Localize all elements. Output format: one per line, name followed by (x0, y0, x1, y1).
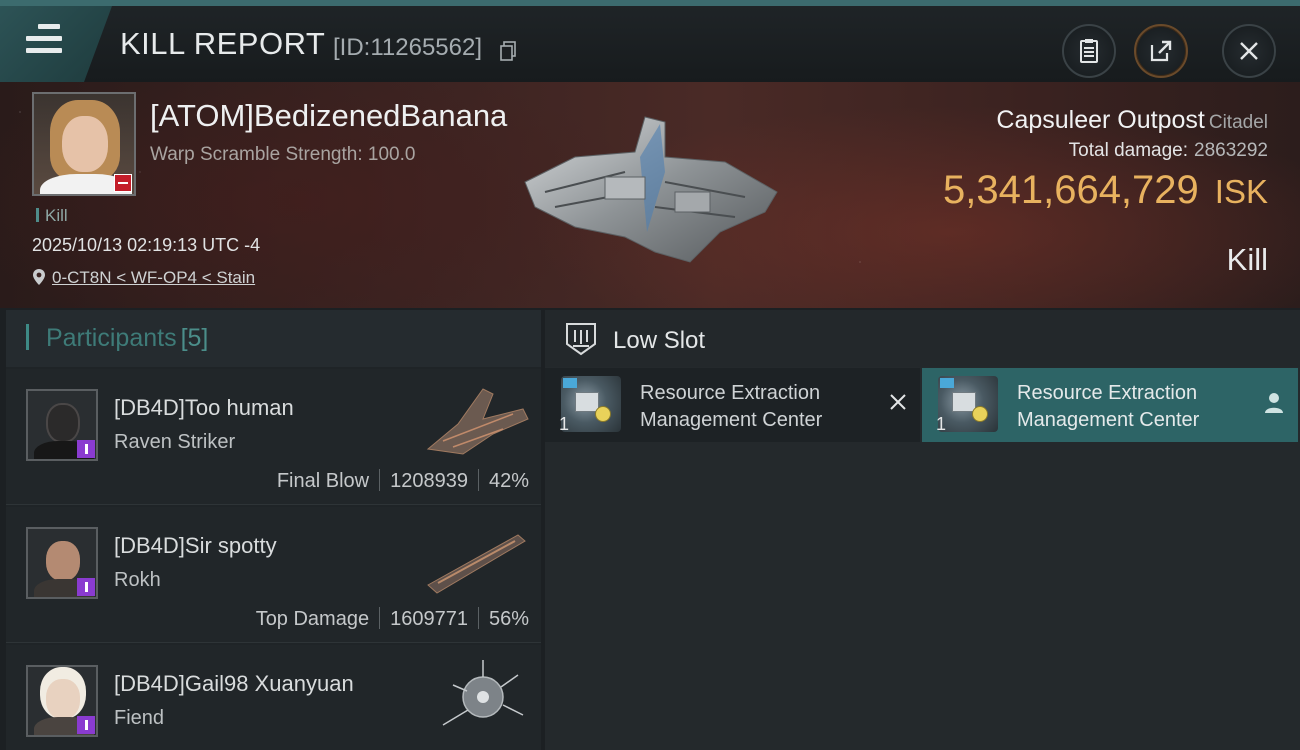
participant-ship: Rokh (114, 569, 161, 591)
module-quantity: 1 (559, 414, 570, 434)
low-slot-header: Low Slot (545, 310, 1300, 367)
participant-name: [DB4D]Too human (114, 395, 294, 420)
participant-row[interactable]: [DB4D]Too human Raven Striker Final Blow… (6, 369, 541, 505)
isk-value: 5,341,664,729 ISK (942, 168, 1268, 212)
avatar (26, 389, 98, 461)
share-button[interactable] (1134, 24, 1188, 78)
module-list: 1 Resource Extraction Management Center … (545, 368, 1300, 442)
top-bar: KILL REPORT [ID:11265562] (0, 0, 1300, 82)
participant-name: [DB4D]Sir spotty (114, 533, 277, 558)
victim-name[interactable]: [ATOM]BedizenedBanana (150, 98, 507, 134)
total-damage: Total damage: 2863292 (1068, 140, 1268, 161)
location-pin-icon (33, 269, 45, 285)
clipboard-icon (1080, 39, 1098, 63)
participants-panel: Participants [5] [DB4D]Too human Raven St… (6, 310, 541, 750)
module-item[interactable]: 1 Resource Extraction Management Center (545, 368, 920, 442)
avatar (26, 665, 98, 737)
total-damage-value: 2863292 (1194, 140, 1268, 161)
close-button[interactable] (1222, 24, 1276, 78)
participant-ship-image (426, 388, 529, 455)
module-item[interactable]: 1 Resource Extraction Management Center (922, 368, 1298, 442)
participant-stats: Final Blow 1208939 42% (277, 469, 529, 493)
destroyed-x-icon (890, 394, 906, 410)
menu-button[interactable] (0, 6, 112, 82)
target-type: Citadel (1208, 112, 1268, 133)
close-icon (1240, 42, 1258, 60)
low-slot-icon (566, 323, 596, 356)
module-quantity: 1 (936, 414, 947, 434)
kill-tag: Kill (36, 206, 68, 226)
kill-location[interactable]: 0-CT8N < WF-OP4 < Stain (32, 268, 255, 288)
page-title: KILL REPORT (120, 26, 326, 61)
kill-datetime: 2025/10/13 02:19:13 UTC -4 (32, 235, 261, 255)
module-icon (938, 376, 998, 432)
module-name: Resource Extraction Management Center (640, 382, 823, 431)
dropped-person-icon (1265, 393, 1283, 413)
avatar (26, 527, 98, 599)
participant-damage: 1208939 (390, 470, 468, 492)
participant-stats: Top Damage 1609771 56% (256, 607, 529, 631)
participant-role: Final Blow (276, 470, 370, 492)
participant-name: [DB4D]Gail98 Xuanyuan (114, 671, 354, 696)
report-button[interactable] (1062, 24, 1116, 78)
victim-banner: [ATOM]BedizenedBanana Warp Scramble Stre… (0, 82, 1300, 308)
participant-row[interactable]: [DB4D]Sir spotty Rokh Top Damage 1609771 5… (6, 507, 541, 643)
participant-ship: Fiend (114, 707, 165, 729)
low-slot-title: Low Slot (613, 327, 706, 354)
participant-percent: 56% (488, 608, 529, 630)
pilot-info-icon[interactable] (77, 440, 95, 458)
module-icon (561, 376, 621, 432)
isk-currency: ISK (1214, 173, 1268, 210)
participants-count: [5] (180, 324, 209, 352)
menu-icon (26, 24, 64, 58)
fitting-panel: Low Slot 1 Resource Extraction Managemen… (545, 310, 1300, 750)
target-name: Capsuleer Outpost Citadel (996, 106, 1268, 134)
participant-percent: 42% (488, 470, 529, 492)
module-name: Resource Extraction Management Center (1017, 382, 1200, 431)
participant-ship: Raven Striker (114, 431, 236, 453)
hostile-badge-icon (114, 174, 132, 192)
participant-row[interactable]: [DB4D]Gail98 Xuanyuan Fiend (6, 645, 541, 750)
participant-damage: 1609771 (390, 608, 468, 630)
pilot-info-icon[interactable] (77, 716, 95, 734)
result-label: Kill (1226, 242, 1268, 277)
pilot-info-icon[interactable] (77, 578, 95, 596)
participant-ship-image (442, 660, 524, 726)
participant-role: Top Damage (255, 608, 370, 630)
share-icon (1150, 40, 1172, 62)
victim-portrait[interactable] (32, 92, 136, 196)
participant-ship-image (427, 534, 526, 594)
copy-icon[interactable] (500, 41, 516, 61)
victim-subtitle: Warp Scramble Strength: 100.0 (150, 144, 416, 165)
location-link[interactable]: 0-CT8N < WF-OP4 < Stain (52, 268, 255, 287)
participants-header: Participants [5] (6, 310, 541, 367)
victim-structure-image (524, 116, 778, 263)
kill-id: [ID:11265562] (333, 34, 483, 61)
